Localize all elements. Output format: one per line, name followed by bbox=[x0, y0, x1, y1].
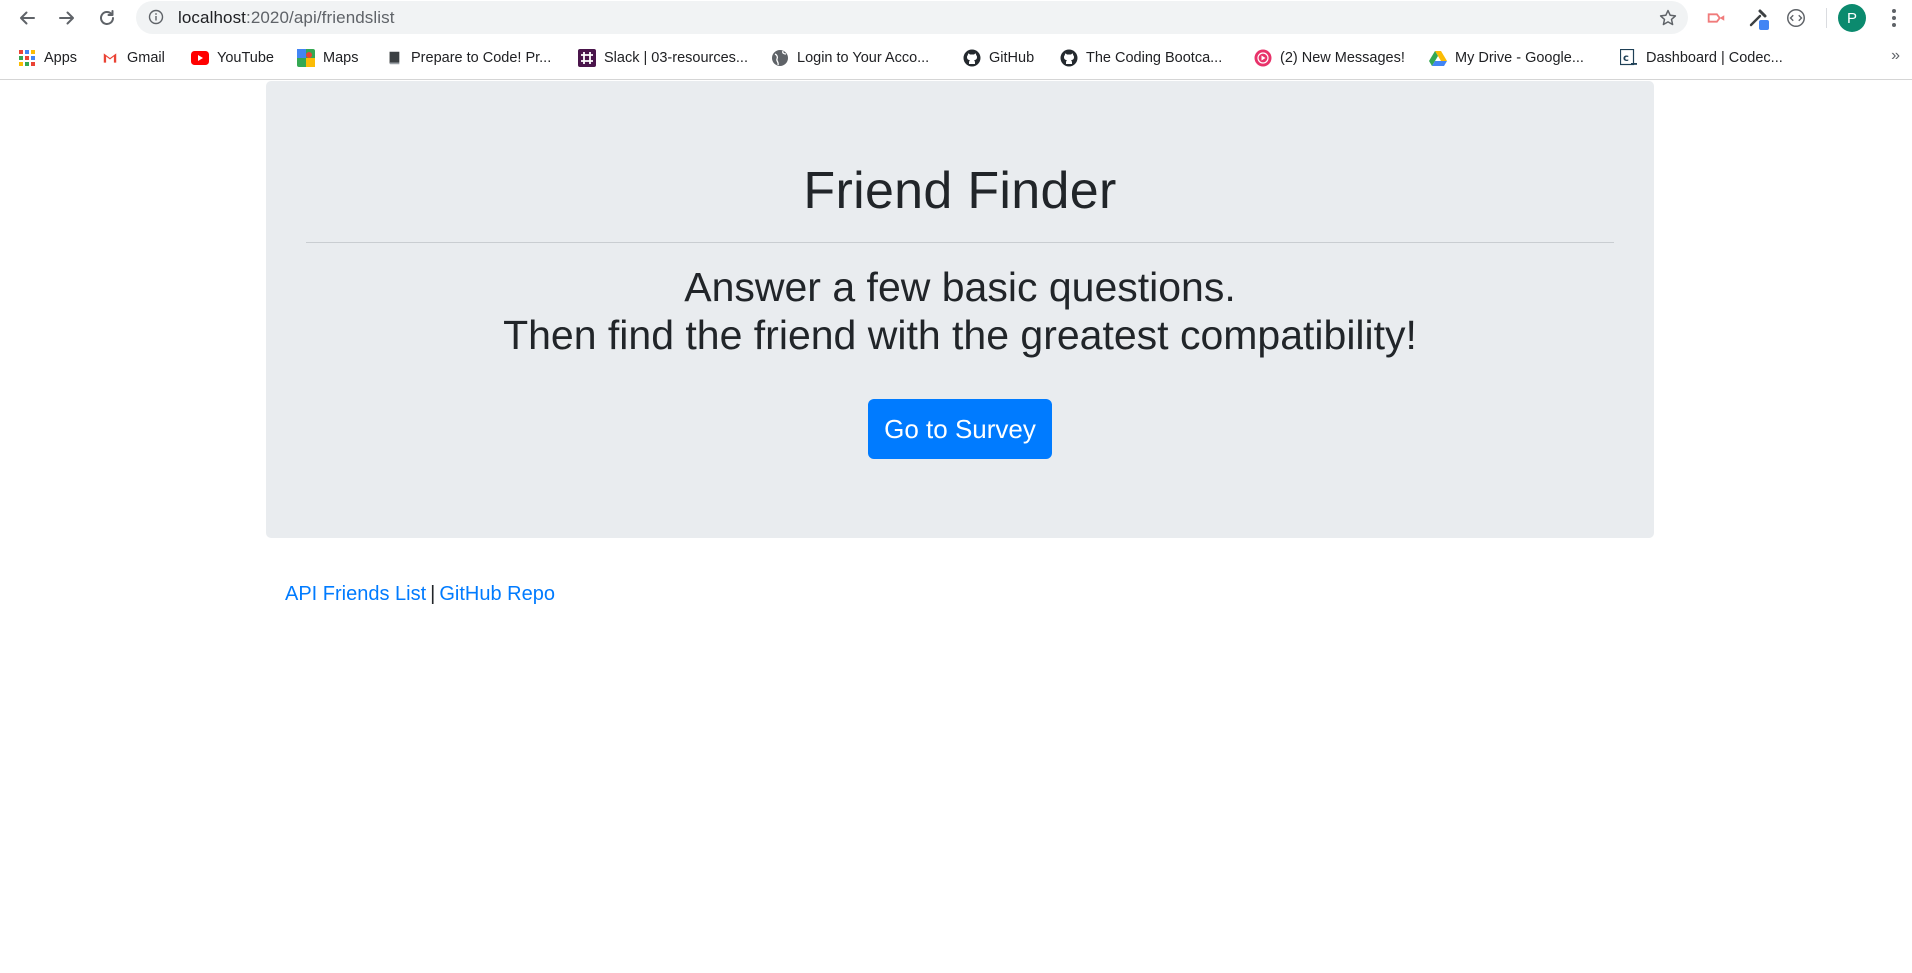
more-bookmarks-chevron-icon[interactable]: » bbox=[1891, 47, 1900, 65]
bookmark-label: Prepare to Code! Pr... bbox=[411, 50, 552, 66]
bookmark-label: Slack | 03-resources... bbox=[604, 50, 748, 66]
bookmark-google-drive[interactable]: My Drive - Google... bbox=[1429, 46, 1584, 70]
bookmark-gmail[interactable]: Gmail bbox=[101, 46, 165, 70]
github-icon bbox=[1060, 49, 1078, 67]
bookmark-apps[interactable]: Apps bbox=[18, 46, 77, 70]
book-icon bbox=[385, 49, 403, 67]
url-path: :2020/api/friendslist bbox=[246, 8, 395, 27]
bookmark-slack[interactable]: Slack | 03-resources... bbox=[578, 46, 748, 70]
url-host: localhost bbox=[178, 8, 246, 27]
url-text[interactable]: localhost:2020/api/friendslist bbox=[178, 8, 395, 28]
bookmark-prepare-to-code[interactable]: Prepare to Code! Pr... bbox=[385, 46, 551, 70]
lead-line-1: Answer a few basic questions. bbox=[684, 264, 1236, 310]
browser-menu-icon[interactable] bbox=[1882, 6, 1906, 30]
messages-icon bbox=[1254, 49, 1272, 67]
jumbotron: Friend Finder Answer a few basic questio… bbox=[266, 81, 1654, 538]
divider bbox=[306, 242, 1614, 243]
forward-arrow-icon[interactable] bbox=[53, 4, 81, 32]
bookmark-codecademy[interactable]: c Dashboard | Codec... bbox=[1620, 46, 1783, 70]
gmail-icon bbox=[101, 49, 119, 67]
lead-text: Answer a few basic questions. Then find … bbox=[266, 263, 1654, 359]
github-icon bbox=[963, 49, 981, 67]
lead-line-2: Then find the friend with the greatest c… bbox=[503, 312, 1417, 358]
maps-icon bbox=[297, 49, 315, 67]
github-repo-link[interactable]: GitHub Repo bbox=[439, 583, 555, 605]
bookmark-label: The Coding Bootca... bbox=[1086, 50, 1223, 66]
bookmark-label: (2) New Messages! bbox=[1280, 50, 1405, 66]
address-bar[interactable]: localhost:2020/api/friendslist bbox=[136, 1, 1688, 34]
bookmark-label: Maps bbox=[323, 50, 359, 66]
bookmark-label: YouTube bbox=[217, 50, 274, 66]
bookmark-label: Apps bbox=[44, 50, 78, 66]
bookmarks-bar: Apps Gmail YouTube Maps Prepare to Code!… bbox=[0, 36, 1912, 80]
go-to-survey-button[interactable]: Go to Survey bbox=[868, 399, 1052, 459]
extension-eyedropper-icon[interactable] bbox=[1746, 6, 1770, 30]
apps-grid-icon bbox=[18, 49, 36, 67]
bookmark-star-icon[interactable] bbox=[1658, 8, 1678, 28]
extension-record-icon[interactable] bbox=[1704, 6, 1728, 30]
globe-icon bbox=[771, 49, 789, 67]
bookmark-label: GitHub bbox=[989, 50, 1035, 66]
bookmark-maps[interactable]: Maps bbox=[297, 46, 358, 70]
info-icon[interactable] bbox=[148, 9, 164, 25]
page-title: Friend Finder bbox=[803, 162, 1117, 220]
browser-toolbar: localhost:2020/api/friendslist P bbox=[0, 0, 1912, 36]
footer-links: API Friends List | GitHub Repo bbox=[285, 583, 555, 606]
toolbar-divider bbox=[1826, 8, 1827, 28]
bookmark-youtube[interactable]: YouTube bbox=[191, 46, 274, 70]
bookmark-label: My Drive - Google... bbox=[1455, 50, 1584, 66]
svg-text:c: c bbox=[1623, 53, 1629, 64]
youtube-icon bbox=[191, 49, 209, 67]
bookmark-new-messages[interactable]: (2) New Messages! bbox=[1254, 46, 1405, 70]
bookmark-login[interactable]: Login to Your Acco... bbox=[771, 46, 929, 70]
bookmark-label: Login to Your Acco... bbox=[797, 50, 930, 66]
codecademy-icon: c bbox=[1620, 49, 1638, 67]
profile-avatar[interactable]: P bbox=[1838, 4, 1866, 32]
slack-icon bbox=[578, 49, 596, 67]
extension-code-icon[interactable] bbox=[1784, 6, 1808, 30]
bookmark-github[interactable]: GitHub bbox=[963, 46, 1034, 70]
bookmark-label: Gmail bbox=[127, 50, 165, 66]
back-arrow-icon[interactable] bbox=[13, 4, 41, 32]
bookmark-coding-bootcamp[interactable]: The Coding Bootca... bbox=[1060, 46, 1222, 70]
bookmark-label: Dashboard | Codec... bbox=[1646, 50, 1783, 66]
reload-icon[interactable] bbox=[93, 4, 121, 32]
api-friends-list-link[interactable]: API Friends List bbox=[285, 583, 426, 605]
link-separator: | bbox=[430, 583, 436, 605]
drive-icon bbox=[1429, 49, 1447, 67]
